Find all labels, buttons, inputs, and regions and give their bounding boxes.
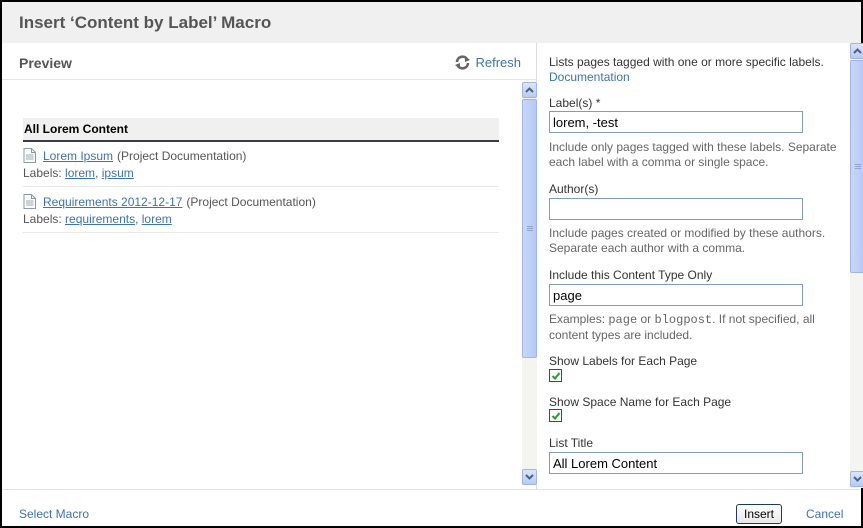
preview-header: Preview Refresh (2, 43, 537, 80)
list-title-label: List Title (549, 436, 594, 450)
label-link[interactable]: ipsum (102, 166, 134, 180)
refresh-label: Refresh (475, 55, 521, 70)
preview-pane: Preview Refresh All Lorem Content Lorem … (2, 43, 537, 489)
dialog-footer: Select Macro Insert Cancel (2, 489, 861, 526)
list-item: Requirements 2012-12-17 (Project Documen… (23, 188, 499, 233)
documentation-link[interactable]: Documentation (549, 70, 630, 84)
label-link[interactable]: requirements (65, 212, 135, 226)
content-type-input[interactable] (549, 284, 803, 306)
chevron-up-icon (525, 87, 534, 93)
scroll-thumb[interactable] (850, 60, 863, 273)
show-labels-checkbox[interactable] (549, 369, 562, 382)
refresh-icon (455, 55, 471, 70)
chevron-up-icon (853, 48, 862, 54)
page-link[interactable]: Lorem Ipsum (43, 149, 113, 163)
macro-description: Lists pages tagged with one or more spec… (549, 55, 824, 84)
chevron-down-icon (525, 474, 534, 480)
checkmark-icon (551, 372, 561, 380)
checkmark-icon (551, 412, 561, 420)
labels-prefix: Labels: (23, 166, 62, 180)
scroll-thumb[interactable] (522, 99, 537, 358)
select-macro-link[interactable]: Select Macro (19, 507, 89, 521)
list-title: All Lorem Content (23, 118, 499, 142)
refresh-button[interactable]: Refresh (454, 55, 521, 70)
authors-input[interactable] (549, 198, 803, 220)
space-name: (Project Documentation) (186, 194, 316, 209)
content-type-help: Examples: page or blogpost. If not speci… (549, 312, 815, 342)
show-labels-label: Show Labels for Each Page (549, 354, 698, 368)
label-link[interactable]: lorem (65, 166, 95, 180)
authors-help: Include pages created or modified by the… (549, 226, 826, 255)
macro-dialog: Insert ‘Content by Label’ Macro Preview … (0, 0, 863, 528)
preview-title: Preview (19, 55, 72, 71)
dialog-header: Insert ‘Content by Label’ Macro (2, 2, 861, 43)
scroll-up-button[interactable] (850, 43, 863, 59)
scroll-down-button[interactable] (850, 471, 863, 487)
show-space-checkbox[interactable] (549, 409, 562, 422)
preview-scrollbar[interactable] (522, 82, 537, 485)
scroll-up-button[interactable] (522, 82, 537, 98)
labels-input[interactable] (549, 111, 803, 133)
label-link[interactable]: lorem (142, 212, 172, 226)
page-icon (23, 194, 36, 209)
cancel-link[interactable]: Cancel (806, 507, 843, 521)
show-space-label: Show Space Name for Each Page (549, 395, 732, 409)
labels-label: Label(s) * (549, 96, 601, 110)
chevron-down-icon (853, 476, 862, 482)
space-name: (Project Documentation) (117, 148, 247, 163)
macro-form: Lists pages tagged with one or more spec… (538, 43, 850, 489)
scroll-down-button[interactable] (522, 469, 537, 485)
authors-label: Author(s) (549, 182, 599, 196)
page-link[interactable]: Requirements 2012-12-17 (43, 195, 182, 209)
dialog-title: Insert ‘Content by Label’ Macro (19, 13, 272, 32)
labels-prefix: Labels: (23, 212, 62, 226)
list-title-input[interactable] (549, 452, 803, 474)
content-type-label: Include this Content Type Only (549, 268, 713, 282)
form-scrollbar[interactable] (850, 43, 863, 488)
preview-body: All Lorem Content Lorem Ipsum (Project D… (2, 81, 520, 485)
page-icon (23, 148, 36, 163)
insert-button[interactable]: Insert (736, 504, 782, 524)
list-item: Lorem Ipsum (Project Documentation) Labe… (23, 142, 499, 187)
labels-help: Include only pages tagged with these lab… (549, 140, 837, 169)
